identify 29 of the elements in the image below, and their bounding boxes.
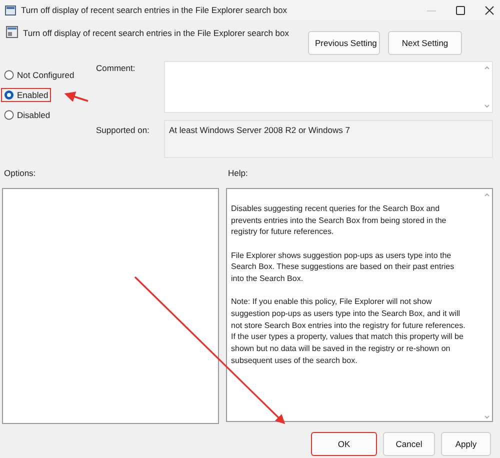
apply-button[interactable]: Apply [441, 432, 491, 456]
comment-field[interactable] [164, 61, 493, 113]
policy-icon [5, 4, 16, 16]
scrollbar-icon [484, 191, 490, 421]
radio-button[interactable] [4, 110, 14, 120]
supported-platforms: At least Windows Server 2008 R2 or Windows 7 [169, 125, 350, 135]
radio-button[interactable] [4, 90, 14, 100]
radio-option[interactable]: Not Configured [1, 68, 78, 82]
comment-label: Comment: [96, 62, 136, 75]
policy-icon [6, 26, 18, 38]
maximize-icon[interactable] [456, 6, 465, 14]
previous-setting-button[interactable]: Previous Setting [308, 31, 380, 55]
supported-on-label: Supported on: [96, 124, 150, 137]
help-text: File Explorer shows suggestion pop-ups as users type into the Search Box. These suggestions are based on their past entries into the Search Box. [231, 250, 456, 285]
ok-button[interactable]: OK [311, 432, 377, 456]
scrollbar-icon [484, 64, 490, 110]
next-setting-button[interactable]: Next Setting [388, 31, 462, 55]
help-text: Disables suggesting recent queries for the Search Box and prevents entries into the Search Box from being stored in the registry for future references. [231, 203, 448, 238]
radio-button[interactable] [4, 70, 14, 80]
options-label: Options: [4, 168, 37, 180]
help-label: Help: [228, 168, 249, 180]
help-text: Note: If you enable this policy, File Explorer will not show suggestion pop-ups as users type into the Search Box, and it will not store Search Box entries into the registry for future references. If the user types a property, values that match this property will be shown but no data will be saved in the registry or re-shown on subsequent uses of the search box. [231, 296, 466, 366]
annotation-arrow [64, 92, 88, 102]
close-icon[interactable] [485, 6, 494, 14]
radio-option[interactable]: Disabled [1, 108, 54, 122]
cancel-button[interactable]: Cancel [383, 432, 435, 456]
window-title: Turn off display of recent search entries in the File Explorer search box [21, 5, 288, 15]
policy-title: Turn off display of recent search entries in the File Explorer search box [23, 27, 290, 38]
radio-option[interactable]: Enabled [1, 88, 52, 102]
